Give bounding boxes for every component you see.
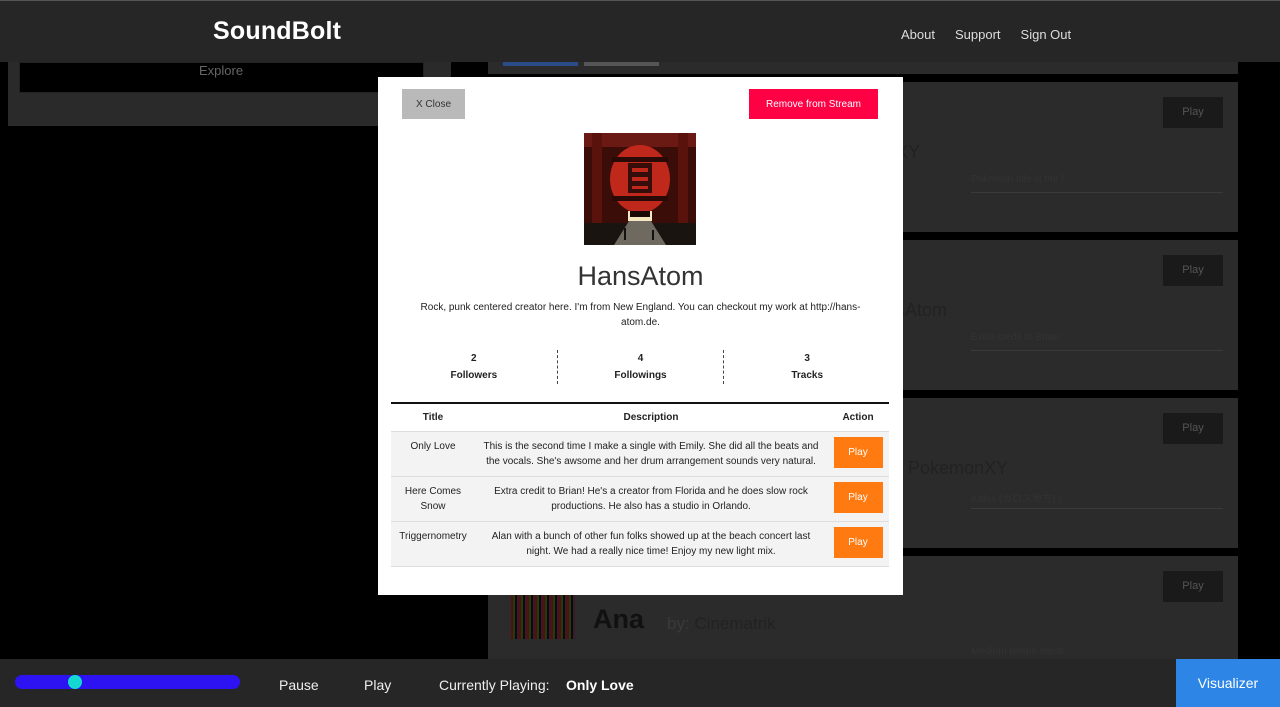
stat-followings[interactable]: 4 Followings bbox=[556, 350, 725, 384]
track-title[interactable]: Ana bbox=[593, 604, 644, 635]
stream-card-description: Kalos (カロス地方) i: bbox=[971, 494, 1064, 505]
track-description-cell: Alan with a bunch of other fun folks sho… bbox=[475, 521, 827, 567]
track-play-button[interactable]: Play bbox=[833, 526, 883, 558]
stream-tab-active[interactable] bbox=[503, 62, 578, 66]
stream-tab[interactable] bbox=[584, 62, 659, 66]
close-modal-button[interactable]: X Close bbox=[402, 89, 465, 119]
visualizer-button[interactable]: Visualizer bbox=[1176, 659, 1280, 707]
stream-card-header bbox=[488, 62, 1238, 74]
stream-card-description: Pokemon title is the f bbox=[971, 174, 1064, 185]
play-button[interactable]: Play bbox=[364, 677, 391, 693]
lantern-photo bbox=[584, 133, 696, 245]
stream-card-description: Medium tempo electr bbox=[971, 646, 1065, 657]
player-bar: Pause Play Currently Playing: Only Love … bbox=[0, 659, 1280, 707]
artist-link[interactable]: Cinematrik bbox=[694, 614, 775, 633]
column-header-description: Description bbox=[475, 403, 827, 432]
progress-slider[interactable] bbox=[15, 675, 240, 689]
track-action-cell: Play bbox=[827, 476, 889, 522]
nav-link-support[interactable]: Support bbox=[955, 27, 1001, 42]
stat-value: 4 bbox=[637, 353, 644, 364]
currently-playing-label: Currently Playing: bbox=[439, 677, 550, 693]
tracks-table: Title Description Action Only Love This … bbox=[391, 402, 889, 567]
track-title-cell: Here Comes Snow bbox=[391, 476, 475, 522]
by-label: by: bbox=[667, 614, 690, 633]
stream-card-description: Extra credit to Brian! bbox=[971, 332, 1062, 343]
table-row: Here Comes Snow Extra credit to Brian! H… bbox=[391, 476, 889, 522]
column-header-action: Action bbox=[827, 403, 889, 432]
stream-play-button[interactable]: Play bbox=[1163, 97, 1223, 128]
stream-play-button[interactable]: Play bbox=[1163, 255, 1223, 286]
app-page: SoundBolt About Support Sign Out Explore… bbox=[0, 0, 1280, 707]
track-title-cell: Only Love bbox=[391, 431, 475, 477]
progress-knob[interactable] bbox=[68, 675, 82, 689]
table-header-row: Title Description Action bbox=[391, 403, 889, 432]
pause-button[interactable]: Pause bbox=[279, 677, 319, 693]
explore-label[interactable]: Explore bbox=[199, 63, 243, 78]
stat-followers[interactable]: 2 Followers bbox=[391, 350, 557, 384]
nav-link-about[interactable]: About bbox=[901, 27, 935, 42]
brand-logo[interactable]: SoundBolt bbox=[213, 17, 341, 46]
stat-label: Followings bbox=[614, 370, 667, 381]
track-description-cell: This is the second time I make a single … bbox=[475, 431, 827, 477]
divider bbox=[971, 192, 1223, 193]
track-play-button[interactable]: Play bbox=[833, 481, 883, 513]
nav-link-sign-out[interactable]: Sign Out bbox=[1021, 27, 1072, 42]
stream-play-button[interactable]: Play bbox=[1163, 571, 1223, 602]
user-bio: Rock, punk centered creator here. I'm fr… bbox=[420, 302, 861, 328]
table-row: Triggernometry Alan with a bunch of othe… bbox=[391, 521, 889, 567]
divider bbox=[971, 350, 1223, 351]
user-avatar bbox=[584, 133, 696, 245]
stat-value: 3 bbox=[804, 353, 810, 364]
remove-from-stream-button[interactable]: Remove from Stream bbox=[749, 89, 878, 119]
table-row: Only Love This is the second time I make… bbox=[391, 431, 889, 477]
stream-play-button[interactable]: Play bbox=[1163, 413, 1223, 444]
stat-label: Followers bbox=[450, 370, 498, 381]
track-action-cell: Play bbox=[827, 521, 889, 567]
nav-links: About Support Sign Out bbox=[901, 27, 1071, 42]
track-play-button[interactable]: Play bbox=[833, 436, 883, 468]
currently-playing-title: Only Love bbox=[566, 677, 634, 693]
stat-tracks[interactable]: 3 Tracks bbox=[724, 350, 890, 384]
username-heading: HansAtom bbox=[577, 261, 704, 291]
track-description-cell: Extra credit to Brian! He's a creator fr… bbox=[475, 476, 827, 522]
user-stats: 2 Followers 4 Followings 3 Tracks bbox=[391, 350, 890, 384]
track-byline: by: Cinematrik bbox=[667, 614, 776, 634]
top-nav: SoundBolt About Support Sign Out bbox=[0, 0, 1280, 62]
stat-label: Tracks bbox=[791, 370, 824, 381]
column-header-title: Title bbox=[391, 403, 475, 432]
stream-card-title: PokemonXY bbox=[908, 458, 1009, 478]
track-action-cell: Play bbox=[827, 431, 889, 477]
user-profile-modal: X Close Remove from Stream HansAtom Rock… bbox=[378, 77, 903, 595]
divider bbox=[971, 508, 1223, 509]
track-artwork[interactable] bbox=[511, 594, 575, 639]
stat-value: 2 bbox=[471, 353, 477, 364]
track-title-cell: Triggernometry bbox=[391, 521, 475, 567]
